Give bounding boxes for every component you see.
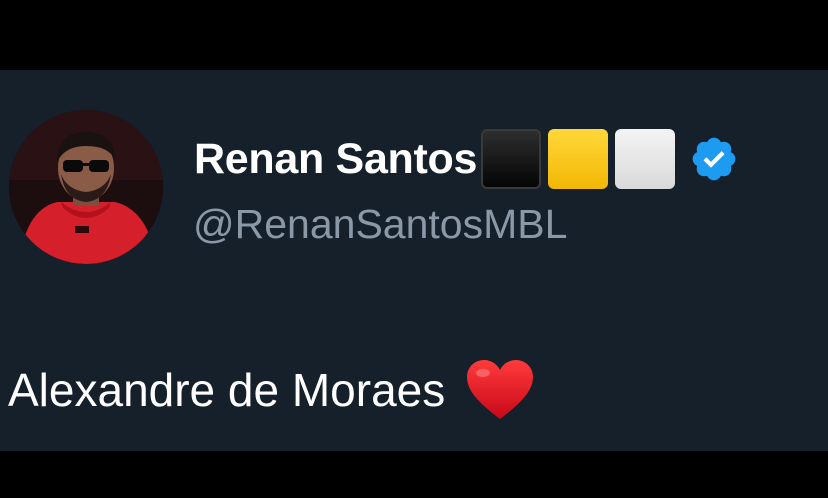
tweet-card: Renan Santos @RenanSantosMBL Alexandre d…: [0, 70, 828, 451]
author-display-name[interactable]: Renan Santos: [194, 135, 477, 184]
white-square-icon: [615, 129, 676, 189]
screenshot-frame: Renan Santos @RenanSantosMBL Alexandre d…: [0, 0, 828, 498]
red-heart-icon: [467, 360, 534, 419]
verified-badge-icon: [692, 137, 736, 181]
avatar-photo: [9, 110, 163, 264]
author-name-row: Renan Santos: [194, 128, 739, 190]
tweet-text: Alexandre de Moraes: [8, 364, 446, 416]
tweet-body: Alexandre de Moraes: [8, 355, 535, 425]
author-handle[interactable]: @RenanSantosMBL: [193, 201, 567, 248]
avatar[interactable]: [9, 110, 163, 264]
black-square-icon: [481, 129, 542, 189]
yellow-square-icon: [548, 129, 609, 189]
